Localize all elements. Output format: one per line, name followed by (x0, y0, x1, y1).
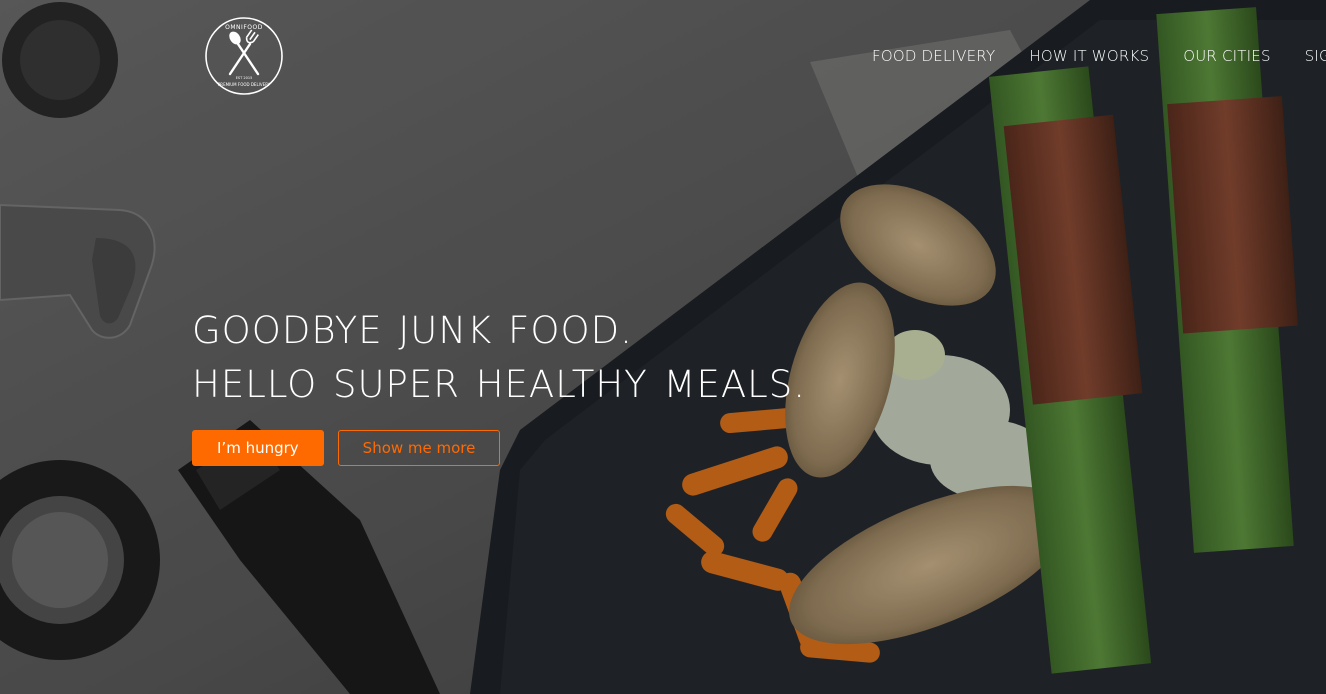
hero-headline-line-2: HELLO SUPER HEALTHY MEALS. (192, 363, 807, 406)
fork-spoon-icon (228, 29, 260, 76)
nav-item-our-cities[interactable]: OUR CITIES (1183, 46, 1270, 66)
hero-headline-line-1: GOODBYE JUNK FOOD. (192, 309, 633, 352)
im-hungry-button[interactable]: I’m hungry (192, 430, 324, 466)
logo-brand-name: OMNIFOOD (225, 24, 263, 31)
hero-section: OMNIFOOD EST 2015 PREMIUM FOOD DELIVERY … (0, 0, 1326, 694)
nav-item-sign-up[interactable]: SIGN UP (1305, 46, 1326, 66)
logo-est: EST 2015 (236, 76, 253, 80)
hero-headline: GOODBYE JUNK FOOD. HELLO SUPER HEALTHY M… (192, 304, 806, 412)
omnifood-logo[interactable]: OMNIFOOD EST 2015 PREMIUM FOOD DELIVERY (204, 16, 284, 96)
main-nav: FOOD DELIVERY HOW IT WORKS OUR CITIES SI… (872, 46, 1326, 66)
nav-item-how-it-works[interactable]: HOW IT WORKS (1029, 46, 1149, 66)
show-me-more-button[interactable]: Show me more (337, 430, 501, 466)
nav-item-food-delivery[interactable]: FOOD DELIVERY (872, 46, 995, 66)
hero-text-box: GOODBYE JUNK FOOD. HELLO SUPER HEALTHY M… (192, 304, 806, 466)
logo-tagline: PREMIUM FOOD DELIVERY (218, 82, 271, 87)
hero-buttons: I’m hungry Show me more (192, 430, 806, 466)
